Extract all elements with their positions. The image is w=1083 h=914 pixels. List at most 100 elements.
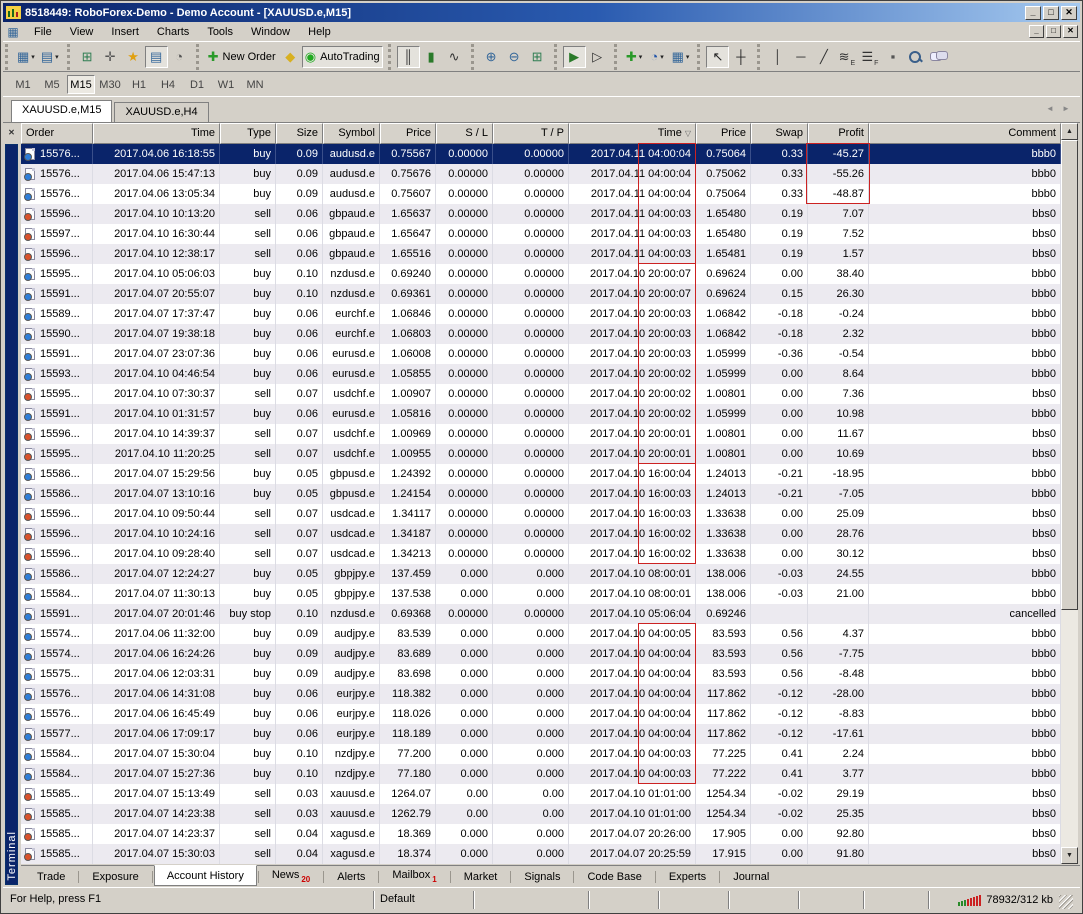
column-header-swap-10[interactable]: Swap [751, 123, 808, 144]
menu-item-file[interactable]: File [25, 24, 61, 40]
table-row[interactable]: 15585...2017.04.07 15:30:03sell0.04xagus… [21, 844, 1061, 864]
candlestick-chart-button[interactable]: ▮ [420, 46, 443, 68]
arrows-button[interactable]: ▪ [881, 46, 904, 68]
scroll-down-icon[interactable]: ▼ [1061, 847, 1078, 864]
resize-grip[interactable] [1059, 895, 1073, 909]
column-header-sl-6[interactable]: S / L [436, 123, 493, 144]
table-row[interactable]: 15596...2017.04.10 12:38:17sell0.06gbpau… [21, 244, 1061, 264]
chat-button[interactable] [927, 46, 951, 68]
column-header-size-3[interactable]: Size [276, 123, 323, 144]
timeframe-h4[interactable]: H4 [154, 75, 182, 94]
table-row[interactable]: 15576...2017.04.06 14:31:08buy0.06eurjpy… [21, 684, 1061, 704]
table-row[interactable]: 15585...2017.04.07 15:13:49sell0.03xauus… [21, 784, 1061, 804]
title-bar[interactable]: 8518449: RoboForex-Demo - Demo Account -… [3, 3, 1080, 22]
menu-item-window[interactable]: Window [242, 24, 299, 40]
table-row[interactable]: 15586...2017.04.07 15:29:56buy0.05gbpusd… [21, 464, 1061, 484]
timeframe-m5[interactable]: M5 [38, 75, 66, 94]
timeframe-w1[interactable]: W1 [212, 75, 240, 94]
tab-scroll-left-button[interactable]: ◄ [1042, 102, 1058, 117]
vertical-line-button[interactable]: │ [766, 46, 789, 68]
menu-item-tools[interactable]: Tools [198, 24, 242, 40]
mdi-minimize-button[interactable]: _ [1029, 25, 1044, 38]
market-watch-button[interactable]: ⊞ [76, 46, 99, 68]
maximize-button[interactable]: □ [1043, 6, 1059, 20]
table-row[interactable]: 15591...2017.04.07 20:01:46buy stop0.10n… [21, 604, 1061, 624]
data-window-button[interactable]: ✛ [99, 46, 122, 68]
indicators-button[interactable]: ✚▾ [623, 46, 646, 68]
table-row[interactable]: 15596...2017.04.10 10:13:20sell0.06gbpau… [21, 204, 1061, 224]
column-header-profit-11[interactable]: Profit [808, 123, 869, 144]
scroll-up-icon[interactable]: ▲ [1061, 123, 1078, 140]
column-header-price-5[interactable]: Price [380, 123, 436, 144]
table-row[interactable]: 15576...2017.04.06 16:45:49buy0.06eurjpy… [21, 704, 1061, 724]
table-row[interactable]: 15577...2017.04.06 17:09:17buy0.06eurjpy… [21, 724, 1061, 744]
auto-scroll-button[interactable]: ▶ [563, 46, 586, 68]
column-header-symbol-4[interactable]: Symbol [323, 123, 380, 144]
equidistant-channel-button[interactable]: ≋E [835, 46, 858, 68]
chart-shift-button[interactable]: ▷ [586, 46, 609, 68]
trendline-button[interactable]: ╱ [812, 46, 835, 68]
mdi-close-button[interactable]: ✕ [1063, 25, 1078, 38]
table-row[interactable]: 15574...2017.04.06 16:24:26buy0.09audjpy… [21, 644, 1061, 664]
table-row[interactable]: 15576...2017.04.06 16:18:55buy0.09audusd… [21, 144, 1061, 164]
cursor-button[interactable]: ↖ [706, 46, 729, 68]
strategy-tester-button[interactable]: ◔ [168, 46, 191, 68]
column-header-order-0[interactable]: Order [21, 123, 93, 144]
scrollbar-thumb[interactable] [1061, 140, 1078, 610]
timeframe-m1[interactable]: M1 [9, 75, 37, 94]
horizontal-line-button[interactable]: ─ [789, 46, 812, 68]
table-row[interactable]: 15576...2017.04.06 13:05:34buy0.09audusd… [21, 184, 1061, 204]
table-row[interactable]: 15585...2017.04.07 14:23:37sell0.04xagus… [21, 824, 1061, 844]
table-row[interactable]: 15575...2017.04.06 12:03:31buy0.09audjpy… [21, 664, 1061, 684]
terminal-tab-alerts[interactable]: Alerts [325, 868, 377, 886]
menu-item-help[interactable]: Help [299, 24, 340, 40]
new-chart-button[interactable]: ▦▾ [14, 46, 38, 68]
table-row[interactable]: 15586...2017.04.07 13:10:16buy0.05gbpusd… [21, 484, 1061, 504]
table-row[interactable]: 15591...2017.04.10 01:31:57buy0.06eurusd… [21, 404, 1061, 424]
autotrading-button[interactable]: ◉AutoTrading [302, 46, 383, 68]
terminal-close-icon[interactable]: ✕ [5, 127, 18, 140]
minimize-button[interactable]: _ [1025, 6, 1041, 20]
terminal-tab-exposure[interactable]: Exposure [80, 868, 150, 886]
metaeditor-button[interactable]: ◆ [279, 46, 302, 68]
table-row[interactable]: 15595...2017.04.10 07:30:37sell0.07usdch… [21, 384, 1061, 404]
terminal-title-strip[interactable]: Terminal [5, 144, 18, 885]
terminal-tab-news[interactable]: News20 [260, 866, 322, 886]
chart-tab-1[interactable]: XAUUSD.e,H4 [114, 102, 208, 122]
vertical-scrollbar[interactable]: ▲ ▼ [1061, 123, 1078, 864]
terminal-tab-code-base[interactable]: Code Base [575, 868, 653, 886]
column-header-price-9[interactable]: Price [696, 123, 751, 144]
line-chart-button[interactable]: ∿ [443, 46, 466, 68]
menu-item-insert[interactable]: Insert [102, 24, 148, 40]
table-row[interactable]: 15596...2017.04.10 14:39:37sell0.07usdch… [21, 424, 1061, 444]
terminal-tab-signals[interactable]: Signals [512, 868, 572, 886]
table-row[interactable]: 15591...2017.04.07 23:07:36buy0.06eurusd… [21, 344, 1061, 364]
table-row[interactable]: 15586...2017.04.07 12:24:27buy0.05gbpjpy… [21, 564, 1061, 584]
profiles-button[interactable]: ▤▾ [38, 46, 62, 68]
table-row[interactable]: 15584...2017.04.07 15:27:36buy0.10nzdjpy… [21, 764, 1061, 784]
timeframe-d1[interactable]: D1 [183, 75, 211, 94]
new-order-button[interactable]: ✚New Order [205, 46, 279, 68]
terminal-tab-account-history[interactable]: Account History [154, 865, 257, 886]
table-row[interactable]: 15593...2017.04.10 04:46:54buy0.06eurusd… [21, 364, 1061, 384]
table-row[interactable]: 15595...2017.04.10 05:06:03buy0.10nzdusd… [21, 264, 1061, 284]
table-row[interactable]: 15584...2017.04.07 15:30:04buy0.10nzdjpy… [21, 744, 1061, 764]
status-profile[interactable]: Default [374, 891, 474, 909]
table-row[interactable]: 15595...2017.04.10 11:20:25sell0.07usdch… [21, 444, 1061, 464]
periods-button[interactable]: ◔▾ [646, 46, 669, 68]
table-row[interactable]: 15585...2017.04.07 14:23:38sell0.03xauus… [21, 804, 1061, 824]
menu-item-charts[interactable]: Charts [148, 24, 198, 40]
terminal-tab-experts[interactable]: Experts [657, 868, 718, 886]
table-row[interactable]: 15591...2017.04.07 20:55:07buy0.10nzdusd… [21, 284, 1061, 304]
chart-tab-0[interactable]: XAUUSD.e,M15 [11, 100, 112, 122]
terminal-tab-journal[interactable]: Journal [721, 868, 781, 886]
column-header-time-1[interactable]: Time [93, 123, 220, 144]
search-symbol-button[interactable] [904, 46, 927, 68]
mdi-restore-button[interactable]: □ [1046, 25, 1061, 38]
terminal-button[interactable]: ▤ [145, 46, 168, 68]
menu-item-view[interactable]: View [61, 24, 103, 40]
templates-button[interactable]: ▦▾ [669, 46, 693, 68]
table-row[interactable]: 15574...2017.04.06 11:32:00buy0.09audjpy… [21, 624, 1061, 644]
table-row[interactable]: 15589...2017.04.07 17:37:47buy0.06eurchf… [21, 304, 1061, 324]
zoom-out-button[interactable]: ⊖ [503, 46, 526, 68]
